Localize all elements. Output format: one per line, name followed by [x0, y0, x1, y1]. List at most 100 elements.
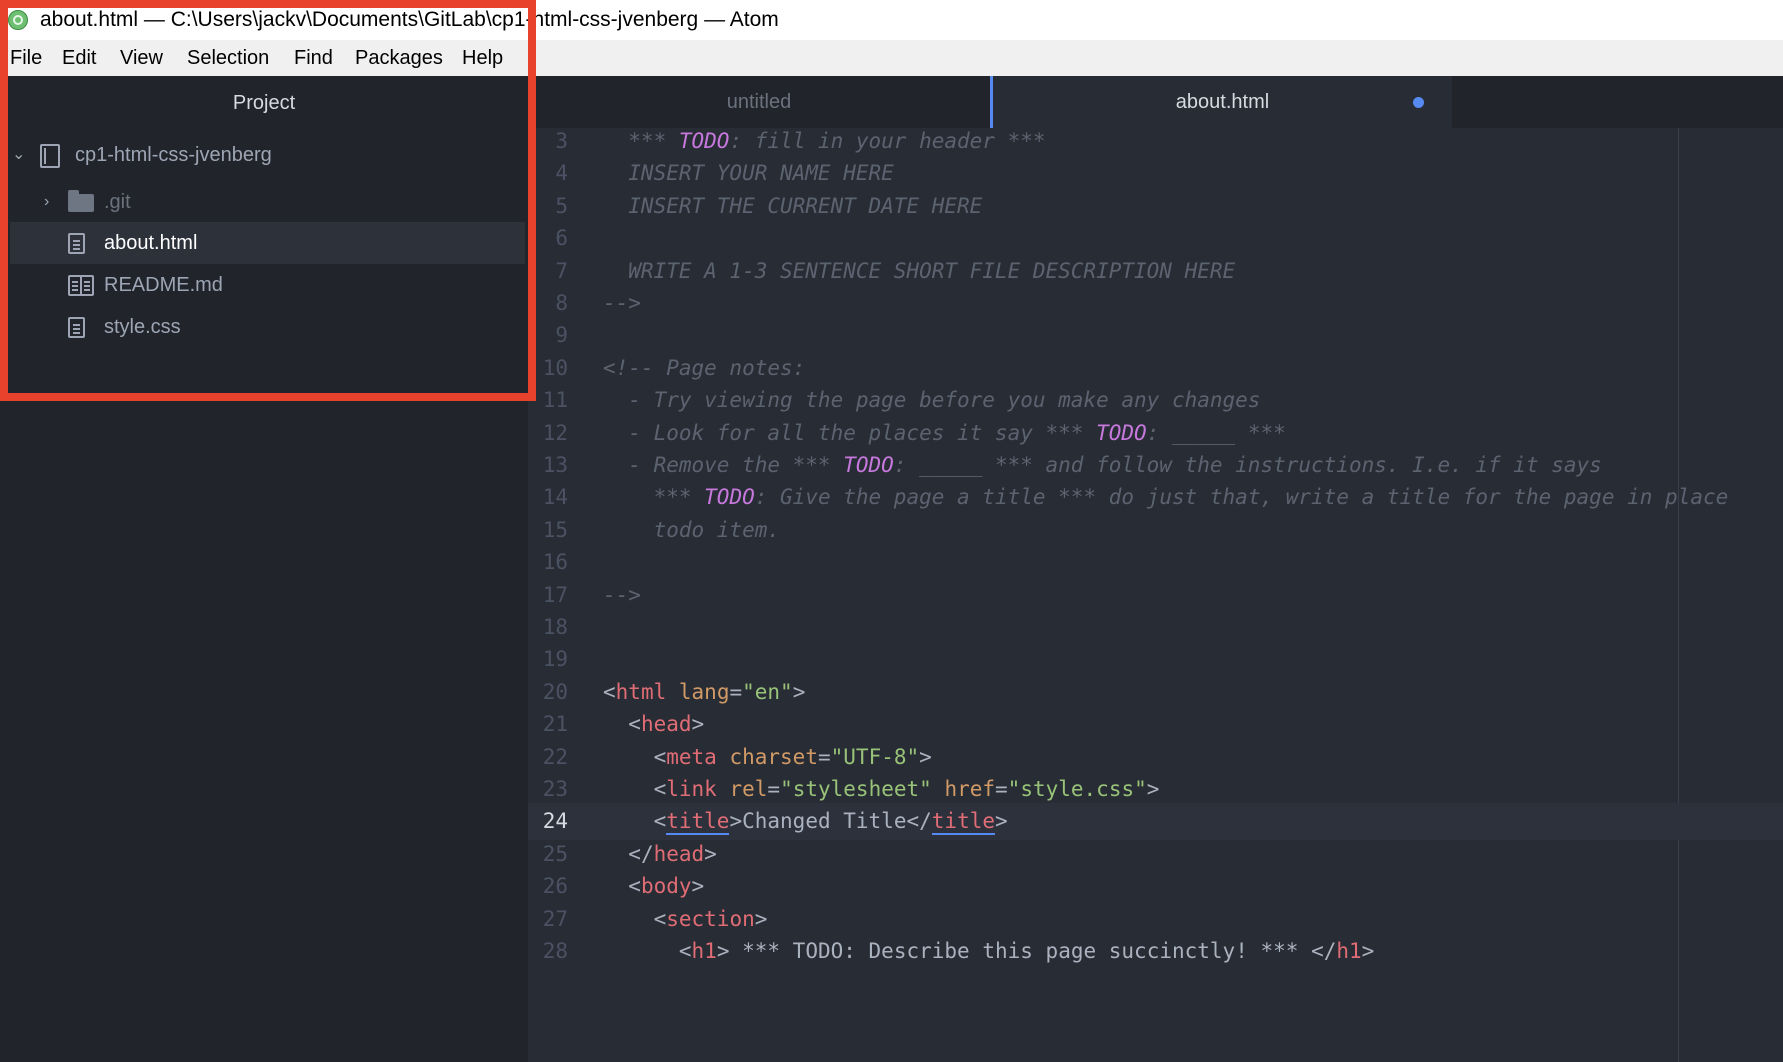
- menu-find[interactable]: Find: [294, 40, 333, 76]
- tree-root-project[interactable]: ⌄ cp1-html-css-jvenberg: [10, 134, 525, 176]
- menu-edit[interactable]: Edit: [62, 40, 96, 76]
- attribute-value: "UTF-8": [830, 744, 920, 769]
- tab-label: about.html: [1175, 91, 1270, 113]
- attribute-name: charset: [729, 744, 818, 769]
- menu-file[interactable]: File: [10, 40, 42, 76]
- file-icon: [68, 233, 85, 254]
- attribute-value: "style.css": [1007, 777, 1147, 801]
- tree-item-label: about.html: [104, 232, 198, 254]
- code-token: <: [653, 777, 667, 801]
- code-token: : Give the page a title *** do just that…: [754, 485, 1729, 510]
- code-token: ***: [603, 129, 679, 153]
- code-text: <h1> *** TODO: Describe this page succin…: [603, 933, 1374, 970]
- tree-item-label: style.css: [104, 316, 181, 338]
- code-token: <: [653, 906, 667, 931]
- chevron-down-icon[interactable]: ⌄: [12, 134, 25, 176]
- code-token: todo item.: [603, 517, 781, 542]
- element-text: *** TODO: Describe this page succinctly!…: [729, 939, 1312, 963]
- tag-name: h1: [1336, 939, 1362, 963]
- element-text: Changed Title: [742, 809, 907, 834]
- menu-selection[interactable]: Selection: [187, 40, 269, 76]
- folder-icon: [68, 190, 94, 212]
- code-token: >: [704, 841, 717, 866]
- code-token: =: [995, 777, 1008, 801]
- code-token: </: [628, 841, 654, 866]
- tag-name: head: [653, 841, 705, 866]
- tree-item-readme[interactable]: README.md: [10, 264, 525, 306]
- title-bar: about.html — C:\Users\jackv\Documents\Gi…: [0, 0, 1783, 40]
- code-token: -->: [603, 582, 641, 607]
- code-token: <: [653, 809, 667, 834]
- code-token: >: [919, 744, 932, 769]
- todo-keyword: TODO: [704, 485, 755, 510]
- window-title: about.html — C:\Users\jackv\Documents\Gi…: [40, 8, 779, 31]
- code-token: <: [628, 712, 641, 737]
- menu-view[interactable]: View: [120, 40, 163, 76]
- menu-bar: File Edit View Selection Find Packages H…: [0, 40, 1783, 76]
- chevron-right-icon[interactable]: ›: [44, 181, 49, 223]
- code-token: <: [678, 939, 692, 963]
- code-token: </: [906, 809, 932, 834]
- attribute-value: "en": [742, 679, 793, 704]
- code-editor[interactable]: 3 *** TODO: fill in your header *** 4 INS…: [528, 128, 1783, 1062]
- code-token: : _____ ***: [1146, 420, 1286, 445]
- tag-name: meta: [666, 744, 717, 769]
- tag-name: body: [640, 874, 692, 899]
- code-token: =: [767, 777, 781, 801]
- code-token: >: [729, 809, 743, 834]
- code-token: : _____ *** and follow the instructions.…: [893, 453, 1602, 477]
- file-icon: [68, 317, 85, 338]
- code-token: </: [1311, 939, 1337, 963]
- menu-help[interactable]: Help: [462, 40, 503, 76]
- line-number: 28: [542, 939, 568, 963]
- tree-item-label: README.md: [104, 274, 223, 296]
- code-token: >: [691, 874, 705, 899]
- atom-logo-icon: [8, 10, 28, 30]
- attribute-name: href: [944, 777, 996, 801]
- tag-name: title: [666, 809, 730, 836]
- tree-item-about-html[interactable]: about.html: [10, 222, 525, 264]
- todo-keyword: TODO: [1096, 420, 1147, 445]
- tree-item-label: .git: [104, 191, 131, 213]
- tree-root-label: cp1-html-css-jvenberg: [75, 144, 272, 166]
- markdown-book-icon: [68, 275, 94, 296]
- menu-packages[interactable]: Packages: [355, 40, 443, 76]
- code-token: ***: [603, 485, 705, 510]
- code-token: <!-- Page notes:: [603, 355, 806, 380]
- code-token: <: [603, 679, 616, 704]
- project-tree-panel: Project ⌄ cp1-html-css-jvenberg › .git a…: [0, 76, 528, 1062]
- modified-indicator-icon[interactable]: [1413, 97, 1424, 108]
- panel-title: Project: [232, 92, 296, 114]
- tab-untitled[interactable]: untitled: [528, 76, 990, 128]
- todo-keyword: TODO: [678, 129, 730, 153]
- code-token: >: [1146, 777, 1160, 801]
- tag-name: head: [640, 712, 692, 737]
- code-token: >: [1361, 939, 1375, 963]
- code-token: INSERT THE CURRENT DATE HERE: [603, 193, 983, 218]
- code-token: - Remove the ***: [603, 453, 844, 477]
- attribute-value: "stylesheet": [780, 777, 932, 801]
- repo-icon: [40, 144, 60, 168]
- tab-label: untitled: [726, 91, 792, 113]
- tree-item-style-css[interactable]: style.css: [10, 306, 525, 348]
- code-token: >: [754, 906, 768, 931]
- tag-name: link: [666, 777, 717, 801]
- todo-keyword: TODO: [843, 453, 894, 477]
- tab-about-html[interactable]: about.html: [990, 76, 1452, 128]
- code-line[interactable]: 28 <h1> *** TODO: Describe this page suc…: [528, 933, 1783, 970]
- code-token: INSERT YOUR NAME HERE: [603, 161, 894, 186]
- tab-bar: untitled about.html: [528, 76, 1783, 128]
- code-token: >: [792, 679, 806, 704]
- attribute-name: lang: [678, 679, 730, 704]
- code-token: >: [716, 939, 730, 963]
- code-token: WRITE A 1-3 SENTENCE SHORT FILE DESCRIPT…: [603, 258, 1236, 283]
- tree-item-git[interactable]: › .git: [10, 181, 525, 223]
